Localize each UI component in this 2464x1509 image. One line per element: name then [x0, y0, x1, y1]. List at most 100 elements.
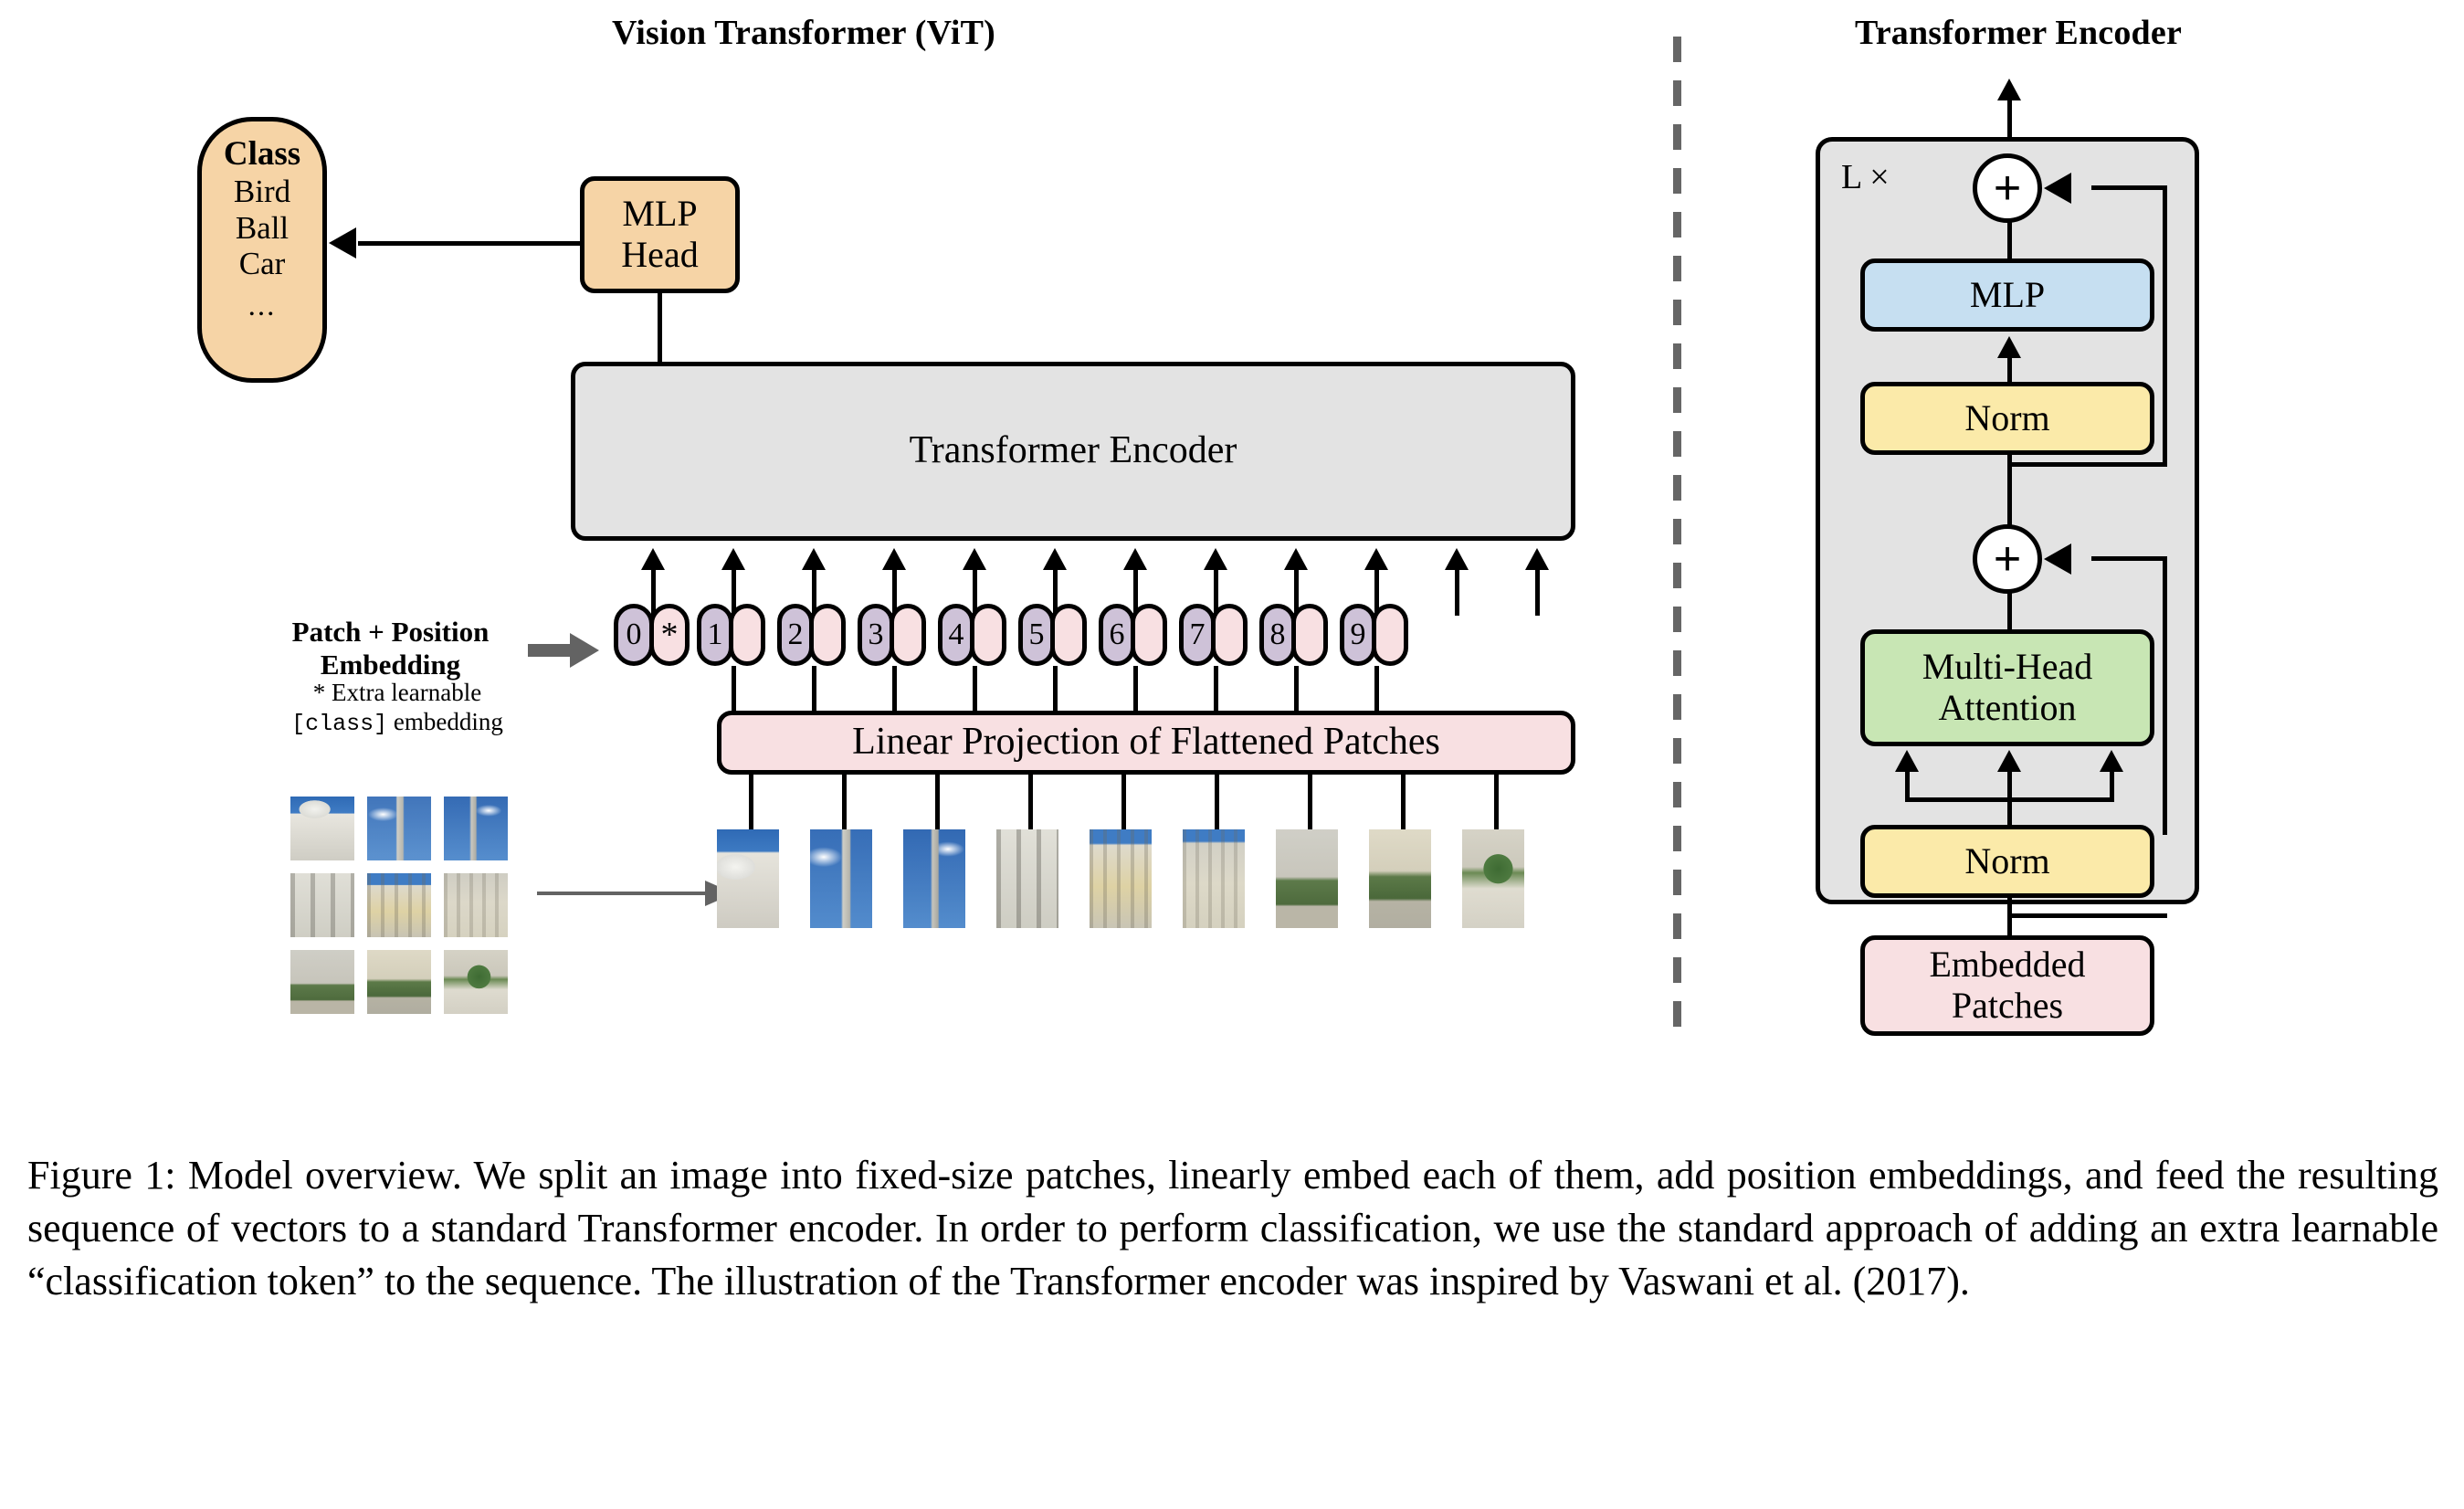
- token-0[interactable]: 0 *: [614, 604, 690, 666]
- token-8[interactable]: 8: [1259, 604, 1328, 666]
- norm-bottom-label: Norm: [1964, 839, 2050, 881]
- extra-learnable-footnote: * Extra learnable [class] embedding: [274, 678, 521, 738]
- mlp-head-box: MLP Head: [580, 176, 740, 293]
- mlp-head-to-class-arrowhead: [329, 227, 356, 259]
- strip-patch-9: [1462, 829, 1524, 928]
- token-3[interactable]: 3: [858, 604, 926, 666]
- add-top-to-mlp-line: [2007, 221, 2012, 259]
- token-1[interactable]: 1: [697, 604, 765, 666]
- token-9[interactable]: 9: [1340, 604, 1408, 666]
- attention-label-line1: Multi-Head: [1922, 646, 2093, 688]
- norm-top-to-mlp-arrowhead: [1997, 336, 2021, 358]
- class-box-title: Class: [223, 135, 301, 173]
- qkv-arrow-v: [2100, 750, 2123, 772]
- add-bottom-to-attention-line: [2007, 592, 2012, 630]
- panel-divider: [1673, 37, 1681, 1028]
- position-embedding-pill: 2: [777, 604, 814, 666]
- position-embedding-pill: 9: [1340, 604, 1376, 666]
- position-embedding-pill: 1: [697, 604, 733, 666]
- transformer-encoder-box-label: Transformer Encoder: [909, 429, 1237, 472]
- repeat-count-text: L ×: [1841, 158, 1890, 196]
- source-patch-2-0: [290, 950, 354, 1014]
- residual-bottom-branch-horizontal: [2007, 913, 2167, 918]
- mlp-box: MLP: [1860, 259, 2154, 332]
- multi-head-attention-box: Multi-Head Attention: [1860, 629, 2154, 746]
- token-2[interactable]: 2: [777, 604, 846, 666]
- position-embedding-pill: 3: [858, 604, 894, 666]
- position-embedding-pill: 8: [1259, 604, 1296, 666]
- strip-patch-3: [903, 829, 965, 928]
- mlp-head-label-line2: Head: [621, 234, 699, 275]
- residual-bottom-skip-arrowhead: [2044, 543, 2071, 575]
- token-4[interactable]: 4: [938, 604, 1006, 666]
- linear-projection-label: Linear Projection of Flattened Patches: [852, 721, 1440, 764]
- qkv-split-horizontal: [1905, 797, 2114, 802]
- residual-bottom-skip-vertical: [2163, 561, 2167, 835]
- norm-top-label: Norm: [1964, 396, 2050, 438]
- strip-patch-4: [996, 829, 1058, 928]
- patch-embedding-pill: [1050, 604, 1087, 666]
- transformer-encoder-box: Transformer Encoder: [571, 362, 1575, 541]
- patch-embedding-pill: [970, 604, 1006, 666]
- embedded-patches-box: Embedded Patches: [1860, 935, 2154, 1036]
- strip-patch-2: [810, 829, 872, 928]
- grid-to-strip-line: [537, 892, 711, 895]
- embedded-patches-label-line2: Patches: [1951, 985, 2064, 1026]
- source-patch-1-0: [290, 873, 354, 937]
- residual-top-branch-horizontal: [2007, 462, 2167, 467]
- source-patch-0-1: [367, 797, 431, 860]
- strip-patch-1: [717, 829, 779, 928]
- mlp-label: MLP: [1969, 273, 2046, 315]
- patch-position-embedding-line1: Patch + Position: [291, 616, 490, 648]
- residual-add-bottom: +: [1973, 524, 2042, 594]
- position-embedding-pill: 6: [1099, 604, 1135, 666]
- attention-label-line2: Attention: [1938, 687, 2077, 728]
- position-embedding-pill: 7: [1179, 604, 1216, 666]
- residual-top-skip-arrowhead: [2044, 173, 2071, 204]
- footnote-line2-tail: embedding: [387, 708, 503, 736]
- qkv-arrow-k: [1997, 750, 2021, 772]
- norm-top-box: Norm: [1860, 382, 2154, 455]
- token-7[interactable]: 7: [1179, 604, 1248, 666]
- source-image-grid: [290, 797, 508, 1014]
- patch-embedding-pill: [1211, 604, 1248, 666]
- source-patch-0-2: [444, 797, 508, 860]
- source-patch-1-1: [367, 873, 431, 937]
- mlp-head-to-encoder-line: [658, 290, 662, 364]
- source-patch-2-2: [444, 950, 508, 1014]
- token-5[interactable]: 5: [1018, 604, 1087, 666]
- linear-projection-box: Linear Projection of Flattened Patches: [717, 711, 1575, 775]
- plus-symbol: +: [1993, 162, 2022, 215]
- source-patch-0-0: [290, 797, 354, 860]
- residual-add-top: +: [1973, 153, 2042, 223]
- strip-patch-6: [1183, 829, 1245, 928]
- patch-embedding-pill: [890, 604, 926, 666]
- patch-embedding-pill: [1131, 604, 1167, 666]
- encoder-repeat-count-label: L ×: [1841, 157, 1890, 197]
- patch-embedding-pill: [1372, 604, 1408, 666]
- class-box-ellipsis: ...: [247, 290, 277, 323]
- class-item: Bird: [233, 173, 291, 209]
- class-token-star-pill: *: [649, 604, 690, 666]
- footnote-line1: * Extra learnable: [312, 679, 482, 706]
- source-patch-2-1: [367, 950, 431, 1014]
- position-embedding-pill: 5: [1018, 604, 1055, 666]
- token-6[interactable]: 6: [1099, 604, 1167, 666]
- residual-top-skip-horizontal: [2091, 185, 2167, 190]
- plus-symbol: +: [1993, 533, 2022, 586]
- figure-caption: Figure 1: Model overview. We split an im…: [27, 1153, 2438, 1304]
- patch-embedding-pill: [809, 604, 846, 666]
- embedding-pointer-arrow-icon: [528, 633, 599, 668]
- right-panel-title: Transformer Encoder: [1854, 14, 2183, 52]
- source-patch-1-2: [444, 873, 508, 937]
- strip-patch-7: [1276, 829, 1338, 928]
- position-embedding-pill: 4: [938, 604, 974, 666]
- norm-bottom-box: Norm: [1860, 825, 2154, 898]
- embedded-patches-label-line1: Embedded: [1929, 944, 2086, 986]
- mlp-head-to-class-line: [358, 241, 582, 246]
- footnote-class-token: [class]: [291, 711, 388, 738]
- patch-embedding-pill: [1291, 604, 1328, 666]
- patch-position-embedding-label: Patch + Position Embedding: [265, 616, 516, 681]
- patch-strip: [717, 829, 1575, 930]
- left-panel-title: Vision Transformer (ViT): [612, 14, 995, 52]
